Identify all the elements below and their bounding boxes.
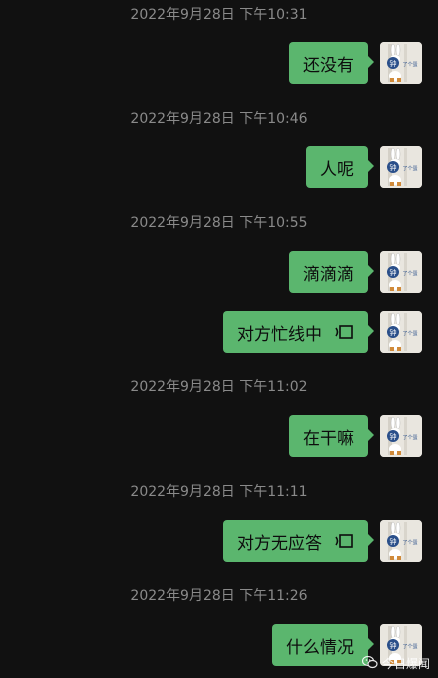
avatar[interactable]: 钟 了个蛋 [380,415,422,457]
message-row: 对方无应答 钟 了个蛋 [0,520,438,562]
svg-text:了个蛋: 了个蛋 [402,61,417,68]
message-bubble[interactable]: 还没有 [289,42,374,84]
svg-text:钟: 钟 [390,163,397,172]
message-row: 在干嘛 钟 了个蛋 [0,415,438,457]
message-text: 还没有 [303,55,354,76]
message-bubble[interactable]: 滴滴滴 [289,251,374,293]
svg-text:钟: 钟 [390,268,397,277]
svg-text:了个蛋: 了个蛋 [402,643,417,650]
avatar-image-icon: 钟 了个蛋 [380,415,422,457]
avatar-image-icon: 钟 了个蛋 [380,311,422,353]
avatar[interactable]: 钟 了个蛋 [380,311,422,353]
message-row: 对方忙线中 钟 了个蛋 [0,311,438,353]
timestamp: 2022年9月28日 下午10:55 [130,215,308,231]
message-row: 滴滴滴 钟 了个蛋 [0,251,438,293]
svg-text:了个蛋: 了个蛋 [402,270,417,277]
watermark-text: 今日爆闻 [381,657,430,671]
svg-text:了个蛋: 了个蛋 [402,165,417,172]
message-bubble[interactable]: 在干嘛 [289,415,374,457]
svg-text:钟: 钟 [390,537,397,546]
avatar[interactable]: 钟 了个蛋 [380,520,422,562]
wechat-icon [361,655,378,672]
svg-text:钟: 钟 [390,432,397,441]
timestamp: 2022年9月28日 下午10:31 [130,7,308,23]
timestamp: 2022年9月28日 下午11:11 [130,484,308,500]
call-status-bubble[interactable]: 对方忙线中 [223,311,374,353]
message-row: 还没有 钟 了个蛋 [0,42,438,84]
svg-text:了个蛋: 了个蛋 [402,330,417,337]
svg-text:了个蛋: 了个蛋 [402,434,417,441]
svg-text:了个蛋: 了个蛋 [402,539,417,546]
timestamp: 2022年9月28日 下午10:46 [130,111,308,127]
avatar[interactable]: 钟 了个蛋 [380,251,422,293]
svg-text:钟: 钟 [390,59,397,68]
watermark: 今日爆闻 [361,655,430,672]
timestamp: 2022年9月28日 下午11:26 [130,588,308,604]
avatar-image-icon: 钟 了个蛋 [380,42,422,84]
avatar-image-icon: 钟 了个蛋 [380,146,422,188]
message-text: 在干嘛 [303,428,354,449]
avatar[interactable]: 钟 了个蛋 [380,42,422,84]
message-text: 滴滴滴 [303,264,354,285]
avatar[interactable]: 钟 了个蛋 [380,146,422,188]
voice-call-icon [334,533,354,549]
message-text: 对方无应答 [237,533,322,554]
chat-screen: 2022年9月28日 下午10:31 还没有 钟 了个蛋 2022年9月28日 … [0,0,438,678]
svg-text:钟: 钟 [390,328,397,337]
svg-text:钟: 钟 [390,641,397,650]
avatar-image-icon: 钟 了个蛋 [380,520,422,562]
timestamp: 2022年9月28日 下午11:02 [130,379,308,395]
avatar-image-icon: 钟 了个蛋 [380,251,422,293]
voice-call-icon [334,324,354,340]
message-text: 人呢 [320,159,354,180]
message-text: 什么情况 [286,637,354,658]
message-text: 对方忙线中 [237,324,322,345]
call-status-bubble[interactable]: 对方无应答 [223,520,374,562]
message-bubble[interactable]: 什么情况 [272,624,374,666]
message-row: 人呢 钟 了个蛋 [0,146,438,188]
message-bubble[interactable]: 人呢 [306,146,374,188]
